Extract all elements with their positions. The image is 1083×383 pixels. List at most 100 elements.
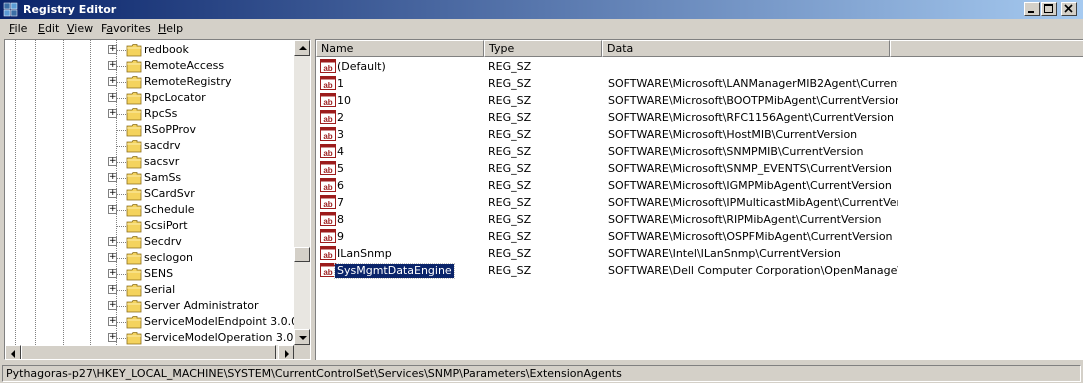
tree-branch-line xyxy=(116,322,126,323)
scroll-up-arrow-icon xyxy=(299,46,307,50)
tree-item[interactable]: + sacsvr xyxy=(5,154,295,170)
expand-plus-icon[interactable]: + xyxy=(108,333,117,342)
tree-item[interactable]: + SENS xyxy=(5,266,295,282)
status-path: Pythagoras-p27\HKEY_LOCAL_MACHINE\SYSTEM… xyxy=(2,365,1081,382)
value-type: REG_SZ xyxy=(488,77,532,90)
tree-branch-line xyxy=(116,226,126,227)
value-name: (Default) xyxy=(337,60,386,73)
tree-item[interactable]: sacdrv xyxy=(5,138,295,154)
value-row[interactable]: ab 5 REG_SZ SOFTWARE\Microsoft\SNMP_EVENTS\… xyxy=(316,160,1076,177)
menu-help[interactable]: Help xyxy=(158,22,183,36)
tree-item[interactable]: + Schedule xyxy=(5,202,295,218)
tree-item[interactable]: + ServiceModelEndpoint 3.0.0.0 xyxy=(5,314,309,330)
tree-item[interactable]: + ServiceModelOperation 3.0.0.0 xyxy=(5,330,310,346)
value-name: SysMgmtDataEngine xyxy=(334,263,455,279)
menu-view[interactable]: View xyxy=(67,22,93,36)
tree-item-label: ScsiPort xyxy=(144,219,188,232)
menu-favorites[interactable]: Favorites xyxy=(101,22,151,36)
tree-item[interactable]: + SamSs xyxy=(5,170,295,186)
tree-item[interactable]: + RemoteAccess xyxy=(5,58,295,74)
expand-plus-icon[interactable]: + xyxy=(108,109,117,118)
value-row[interactable]: ab 4 REG_SZ SOFTWARE\Microsoft\SNMPMIB\Curr… xyxy=(316,143,1076,160)
expand-plus-icon[interactable]: + xyxy=(108,45,117,54)
column-header-name[interactable]: Name xyxy=(316,40,484,57)
folder-icon xyxy=(126,76,142,89)
registry-string-value-icon: ab xyxy=(320,59,336,73)
value-row[interactable]: ab (Default) REG_SZ xyxy=(316,58,1076,75)
value-type: REG_SZ xyxy=(488,94,532,107)
expand-plus-icon[interactable]: + xyxy=(108,285,117,294)
menu-edit-label: dit xyxy=(44,22,60,35)
minimize-button[interactable] xyxy=(1024,2,1040,16)
expand-plus-icon[interactable]: + xyxy=(108,205,117,214)
expand-plus-icon[interactable]: + xyxy=(108,237,117,246)
value-type: REG_SZ xyxy=(488,111,532,124)
expand-plus-icon[interactable]: + xyxy=(108,317,117,326)
scroll-left-arrow-icon xyxy=(11,350,15,358)
value-row[interactable]: ab 8 REG_SZ SOFTWARE\Microsoft\RIPMibAgent\… xyxy=(316,211,1076,228)
registry-key-tree[interactable]: + redbook + RemoteAccess + RemoteRegistry + Rpc… xyxy=(4,39,311,360)
folder-icon xyxy=(126,92,142,105)
tree-item[interactable]: RSoPProv xyxy=(5,122,295,138)
value-row[interactable]: ab ILanSnmp REG_SZ SOFTWARE\Intel\ILanSnmp\… xyxy=(316,245,1076,262)
expand-plus-icon[interactable]: + xyxy=(108,189,117,198)
maximize-button[interactable] xyxy=(1041,2,1057,16)
menu-file[interactable]: File xyxy=(9,22,27,36)
tree-branch-line xyxy=(116,290,126,291)
value-row[interactable]: ab 10 REG_SZ SOFTWARE\Microsoft\BOOTPMibAge… xyxy=(316,92,1076,109)
column-header-type[interactable]: Type xyxy=(484,40,602,57)
title-bar[interactable]: Registry Editor xyxy=(0,0,1083,19)
folder-icon xyxy=(126,188,142,201)
value-row[interactable]: ab 6 REG_SZ SOFTWARE\Microsoft\IGMPMibAgent… xyxy=(316,177,1076,194)
expand-plus-icon[interactable]: + xyxy=(108,301,117,310)
tree-branch-line xyxy=(116,306,126,307)
value-row[interactable]: ab SysMgmtDataEngine REG_SZ SOFTWARE\Dell C… xyxy=(316,262,1076,279)
tree-item[interactable]: + RpcSs xyxy=(5,106,295,122)
registry-string-value-icon: ab xyxy=(320,76,336,90)
tree-scroll-thumb[interactable] xyxy=(294,247,310,262)
registry-string-value-icon: ab xyxy=(320,127,336,141)
tree-scroll-right-button[interactable] xyxy=(278,345,294,359)
tree-item[interactable]: + SCardSvr xyxy=(5,186,295,202)
tree-item[interactable]: + Server Administrator xyxy=(5,298,295,314)
tree-scroll-down-button[interactable] xyxy=(294,329,310,345)
registry-values-list[interactable]: Name Type Data ab (Default) REG_SZ ab 1 REG_S… xyxy=(315,39,1083,360)
tree-branch-line xyxy=(116,146,126,147)
tree-item[interactable]: + RpcLocator xyxy=(5,90,295,106)
expand-plus-icon[interactable]: + xyxy=(108,77,117,86)
tree-item[interactable]: + RemoteRegistry xyxy=(5,74,295,90)
expand-plus-icon[interactable]: + xyxy=(108,173,117,182)
tree-vertical-scrollbar[interactable] xyxy=(294,40,310,345)
tree-item[interactable]: + seclogon xyxy=(5,250,295,266)
tree-scroll-up-button[interactable] xyxy=(294,40,310,56)
menu-bar: File Edit View Favorites Help xyxy=(0,19,1083,39)
value-row[interactable]: ab 9 REG_SZ SOFTWARE\Microsoft\OSPFMibAgent… xyxy=(316,228,1076,245)
value-row[interactable]: ab 3 REG_SZ SOFTWARE\Microsoft\HostMIB\Curr… xyxy=(316,126,1076,143)
expand-plus-icon[interactable]: + xyxy=(108,93,117,102)
menu-edit[interactable]: Edit xyxy=(38,22,59,36)
tree-item-label: Schedule xyxy=(144,203,195,216)
tree-item[interactable]: + redbook xyxy=(5,42,295,58)
expand-plus-icon[interactable]: + xyxy=(108,253,117,262)
tree-horizontal-scrollbar[interactable] xyxy=(5,345,294,359)
expand-plus-icon[interactable]: + xyxy=(108,61,117,70)
value-row[interactable]: ab 1 REG_SZ SOFTWARE\Microsoft\LANManagerMI… xyxy=(316,75,1076,92)
column-header-data[interactable]: Data xyxy=(602,40,890,57)
expand-plus-icon[interactable]: + xyxy=(108,157,117,166)
close-button[interactable] xyxy=(1061,2,1077,16)
tree-hscroll-thumb[interactable] xyxy=(21,345,276,359)
folder-icon xyxy=(126,124,142,137)
tree-scroll-left-button[interactable] xyxy=(5,345,21,359)
value-row[interactable]: ab 2 REG_SZ SOFTWARE\Microsoft\RFC1156Agent… xyxy=(316,109,1076,126)
tree-branch-line xyxy=(116,66,126,67)
expand-plus-icon[interactable]: + xyxy=(108,269,117,278)
value-row[interactable]: ab 7 REG_SZ SOFTWARE\Microsoft\IPMulticastM… xyxy=(316,194,1076,211)
tree-item[interactable]: ScsiPort xyxy=(5,218,295,234)
svg-text:ab: ab xyxy=(323,81,332,90)
menu-help-label: elp xyxy=(166,22,184,35)
folder-icon xyxy=(126,252,142,265)
tree-item[interactable]: + Serial xyxy=(5,282,295,298)
tree-item[interactable]: + Secdrv xyxy=(5,234,295,250)
value-name: ILanSnmp xyxy=(337,247,392,260)
tree-item-label: RemoteAccess xyxy=(144,59,225,72)
